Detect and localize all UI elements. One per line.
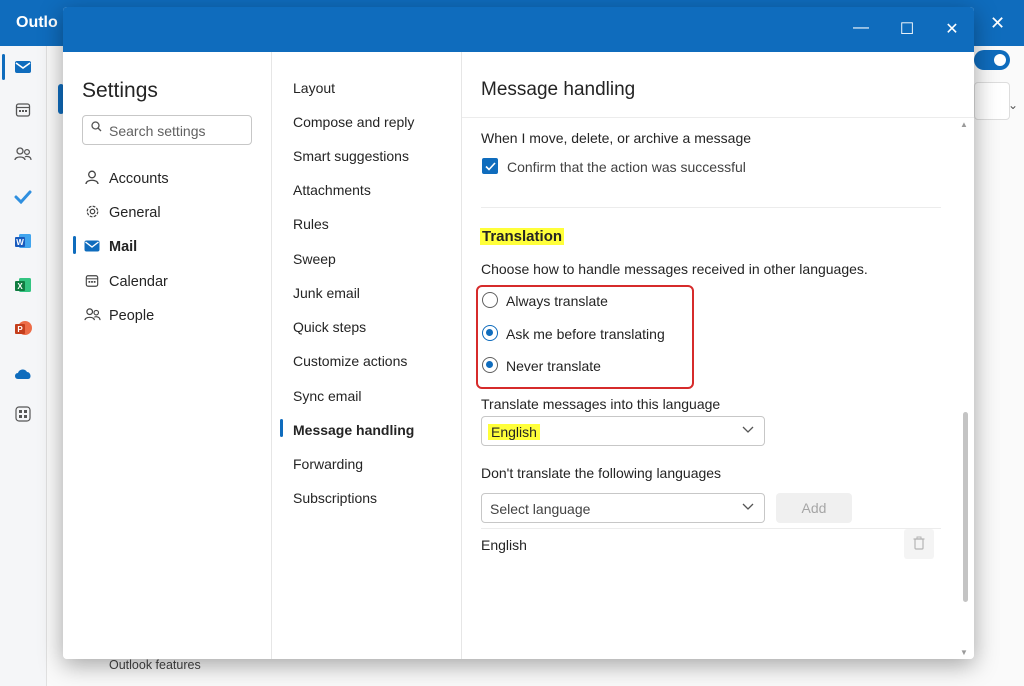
powerpoint-icon[interactable]: P <box>10 317 36 339</box>
calendar-icon <box>83 274 101 291</box>
select-language-dropdown[interactable]: Select language <box>481 493 765 523</box>
subcategory-sweep[interactable]: Sweep <box>293 251 336 267</box>
radio-never-translate[interactable] <box>482 357 498 373</box>
page-title: Message handling <box>481 79 636 100</box>
category-label: Accounts <box>109 171 169 187</box>
dialog-titlebar <box>63 7 974 52</box>
apps-icon[interactable] <box>10 403 36 425</box>
settings-title: Settings <box>82 79 158 102</box>
search-input[interactable]: Search settings <box>82 115 252 145</box>
mail-icon[interactable] <box>10 56 36 78</box>
radio-label[interactable]: Ask me before translating <box>506 326 665 342</box>
subcategory-customize-actions[interactable]: Customize actions <box>293 353 407 369</box>
select-language-placeholder: Select language <box>490 501 591 517</box>
outlook-features-link[interactable]: Outlook features <box>109 658 201 672</box>
chevron-down-icon <box>742 422 754 437</box>
confirm-checkbox-label[interactable]: Confirm that the action was successful <box>507 159 746 175</box>
subcategory-message-handling[interactable]: Message handling <box>293 422 414 438</box>
search-placeholder: Search settings <box>109 123 206 139</box>
background-dropdown <box>974 82 1010 120</box>
subcategory-sync-email[interactable]: Sync email <box>293 388 361 404</box>
category-label: Calendar <box>109 274 168 290</box>
add-button[interactable]: Add <box>776 493 852 523</box>
category-label: People <box>109 308 155 324</box>
subcategory-junk-email[interactable]: Junk email <box>293 285 360 301</box>
scrollbar-thumb[interactable] <box>963 412 968 602</box>
app-close-icon[interactable]: ✕ <box>990 13 1005 34</box>
scroll-up-icon[interactable]: ▲ <box>960 120 968 129</box>
category-label: Mail <box>109 239 138 255</box>
translation-prompt: Choose how to handle messages received i… <box>481 261 868 277</box>
dont-translate-label: Don't translate the following languages <box>481 465 722 481</box>
category-accounts[interactable]: Accounts <box>83 167 169 191</box>
rail-selection-indicator <box>2 54 5 80</box>
todo-icon[interactable] <box>10 186 36 208</box>
close-icon[interactable]: ✕ <box>940 19 964 39</box>
confirm-checkbox[interactable] <box>482 158 498 174</box>
svg-text:W: W <box>16 238 24 247</box>
mail-icon <box>83 239 101 255</box>
move-section-heading: When I move, delete, or archive a messag… <box>481 130 752 146</box>
category-calendar[interactable]: Calendar <box>83 270 168 294</box>
subcategory-subscriptions[interactable]: Subscriptions <box>293 490 377 506</box>
header-divider <box>462 117 974 118</box>
subcategory-attachments[interactable]: Attachments <box>293 182 371 198</box>
subcategory-selection-indicator <box>280 419 283 437</box>
calendar-icon[interactable] <box>10 99 36 121</box>
radio-ask-before-translating[interactable] <box>482 325 498 341</box>
subcategory-smart-suggestions[interactable]: Smart suggestions <box>293 148 409 164</box>
category-mail[interactable]: Mail <box>83 235 137 259</box>
radio-label[interactable]: Never translate <box>506 358 601 374</box>
message-handling-pane: Message handling When I move, delete, or… <box>462 52 974 659</box>
category-label: General <box>109 205 161 221</box>
section-divider <box>481 207 941 208</box>
svg-text:X: X <box>17 282 23 291</box>
word-icon[interactable]: W <box>10 230 36 252</box>
person-icon <box>83 170 101 188</box>
gear-icon <box>83 204 101 222</box>
search-icon <box>91 121 102 135</box>
people-icon[interactable] <box>10 143 36 165</box>
settings-dialog: — ☐ ✕ Settings Search settings Accounts … <box>63 7 974 659</box>
translation-heading: Translation <box>480 228 565 245</box>
onedrive-icon[interactable] <box>10 362 36 384</box>
translate-into-value: English <box>488 424 540 440</box>
radio-label[interactable]: Always translate <box>506 293 608 309</box>
category-selection-indicator <box>73 236 76 254</box>
subcategory-quick-steps[interactable]: Quick steps <box>293 319 366 335</box>
list-divider <box>481 528 941 529</box>
translate-into-label: Translate messages into this language <box>481 396 721 412</box>
settings-categories-pane: Settings Search settings Accounts Genera… <box>63 52 272 659</box>
chevron-down-icon <box>742 499 754 514</box>
category-general[interactable]: General <box>83 201 161 225</box>
translate-into-dropdown[interactable]: English <box>481 416 765 446</box>
radio-always-translate[interactable] <box>482 292 498 308</box>
trash-icon <box>913 536 925 553</box>
excel-icon[interactable]: X <box>10 274 36 296</box>
subcategory-forwarding[interactable]: Forwarding <box>293 456 363 472</box>
app-title: Outlo <box>16 14 58 31</box>
excluded-language-item: English <box>481 537 527 553</box>
mail-subcategories-pane: Layout Compose and reply Smart suggestio… <box>272 52 462 659</box>
delete-language-button[interactable] <box>904 529 934 559</box>
subcategory-rules[interactable]: Rules <box>293 216 329 232</box>
subcategory-layout[interactable]: Layout <box>293 80 335 96</box>
background-toggle-knob <box>994 54 1006 66</box>
scroll-down-icon[interactable]: ▼ <box>960 648 968 657</box>
subcategory-compose-and-reply[interactable]: Compose and reply <box>293 114 414 130</box>
minimize-icon[interactable]: — <box>849 19 873 37</box>
maximize-icon[interactable]: ☐ <box>895 19 919 39</box>
people-icon <box>83 307 101 325</box>
svg-text:P: P <box>17 325 23 334</box>
chevron-down-icon: ⌄ <box>1008 98 1019 112</box>
category-people[interactable]: People <box>83 304 154 328</box>
